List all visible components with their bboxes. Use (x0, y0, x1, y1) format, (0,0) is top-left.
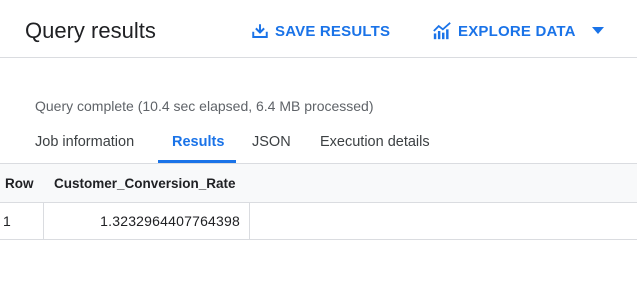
cell-divider (43, 203, 44, 240)
table-row: 1 1.3232964407764398 (0, 203, 637, 240)
row-number-cell: 1 (3, 213, 11, 229)
cell-divider (249, 203, 250, 240)
tab-job-information[interactable]: Job information (35, 130, 134, 163)
save-results-label: SAVE RESULTS (275, 22, 391, 40)
query-results-panel: Query results SAVE RESULTS EXPLORE DATA … (0, 0, 637, 290)
explore-data-label: EXPLORE DATA (458, 22, 576, 40)
tab-json[interactable]: JSON (252, 130, 291, 163)
result-tabs: Job information Results JSON Execution d… (0, 130, 637, 163)
download-icon (251, 22, 269, 40)
query-status: Query complete (10.4 sec elapsed, 6.4 MB… (35, 98, 374, 114)
caret-down-icon[interactable] (591, 27, 604, 35)
tab-results[interactable]: Results (172, 130, 224, 163)
table-header: Row Customer_Conversion_Rate (0, 163, 637, 203)
tab-execution-details[interactable]: Execution details (320, 130, 430, 163)
save-results-button[interactable]: SAVE RESULTS (251, 20, 390, 42)
column-header-customer-conversion-rate: Customer_Conversion_Rate (54, 176, 236, 191)
conversion-rate-cell: 1.3232964407764398 (100, 213, 240, 229)
explore-data-button[interactable]: EXPLORE DATA (432, 20, 604, 42)
results-header: Query results SAVE RESULTS EXPLORE DATA (0, 0, 637, 58)
page-title: Query results (25, 18, 156, 43)
column-header-row: Row (5, 176, 34, 191)
chart-icon (432, 22, 452, 40)
